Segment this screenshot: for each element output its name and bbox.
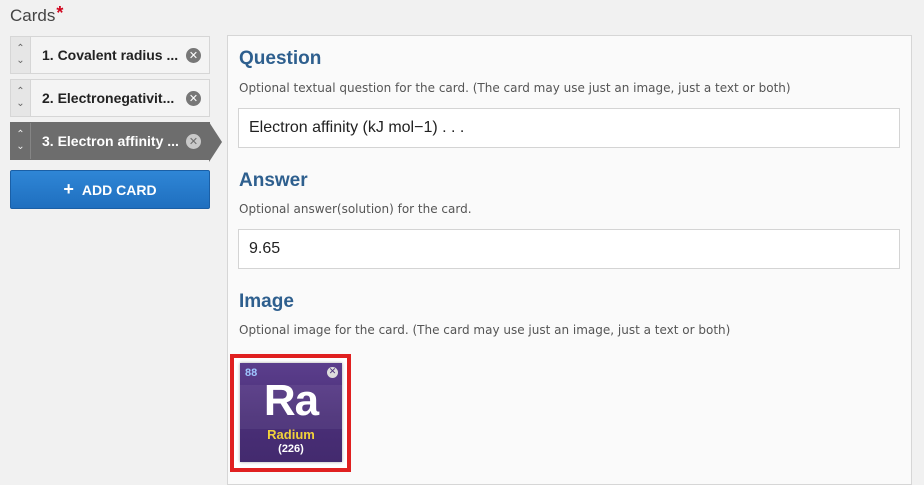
element-symbol: Ra: [263, 376, 319, 425]
answer-input[interactable]: 9.65: [238, 229, 900, 269]
card-tab-3[interactable]: ⌃ ⌄ 3. Electron affinity ... ✕: [10, 122, 222, 162]
close-circle-icon[interactable]: ✕: [186, 47, 201, 63]
answer-title: Answer: [239, 170, 308, 191]
card-tab-label: 3. Electron affinity ...: [42, 133, 179, 149]
reorder-handle[interactable]: ⌃ ⌄: [11, 123, 31, 159]
image-description: Optional image for the card. (The card m…: [239, 323, 731, 337]
card-tab-label: 1. Covalent radius ...: [42, 47, 179, 63]
answer-input-value: 9.65: [249, 240, 281, 257]
add-card-button[interactable]: + ADD CARD: [10, 170, 210, 209]
element-name: Radium: [267, 427, 315, 442]
card-editor-panel: Question Optional textual question for t…: [227, 35, 912, 485]
plus-icon: +: [63, 179, 74, 199]
answer-description: Optional answer(solution) for the card.: [239, 202, 472, 216]
close-circle-icon[interactable]: ✕: [186, 90, 201, 106]
question-description: Optional textual question for the card. …: [239, 81, 791, 95]
question-title: Question: [239, 48, 322, 69]
cards-heading-label: Cards: [10, 6, 56, 25]
chevron-up-icon[interactable]: ⌃: [16, 129, 24, 141]
chevron-down-icon[interactable]: ⌄: [16, 141, 24, 153]
card-tab-1[interactable]: ⌃ ⌄ 1. Covalent radius ... ✕: [10, 36, 210, 74]
chevron-up-icon[interactable]: ⌃: [16, 43, 24, 55]
question-input[interactable]: Electron affinity (kJ mol−1) . . .: [238, 108, 900, 148]
chevron-up-icon[interactable]: ⌃: [16, 86, 24, 98]
image-title: Image: [239, 291, 294, 312]
card-tab-label: 2. Electronegativit...: [42, 90, 175, 106]
required-asterisk: *: [56, 3, 64, 23]
reorder-handle[interactable]: ⌃ ⌄: [11, 37, 31, 73]
image-thumbnail[interactable]: 88 ✕ Ra Radium (226): [230, 354, 351, 472]
chevron-down-icon[interactable]: ⌄: [16, 55, 24, 67]
add-card-label: ADD CARD: [81, 181, 157, 198]
card-tab-2[interactable]: ⌃ ⌄ 2. Electronegativit... ✕: [10, 79, 210, 117]
reorder-handle[interactable]: ⌃ ⌄: [11, 80, 31, 116]
close-circle-icon[interactable]: ✕: [186, 133, 201, 149]
question-input-value: Electron affinity (kJ mol−1) . . .: [249, 119, 465, 136]
radium-element-image: 88 ✕ Ra Radium (226): [240, 363, 342, 462]
chevron-down-icon[interactable]: ⌄: [16, 98, 24, 110]
cards-heading: Cards*: [10, 3, 64, 27]
element-mass: (226): [278, 443, 304, 455]
